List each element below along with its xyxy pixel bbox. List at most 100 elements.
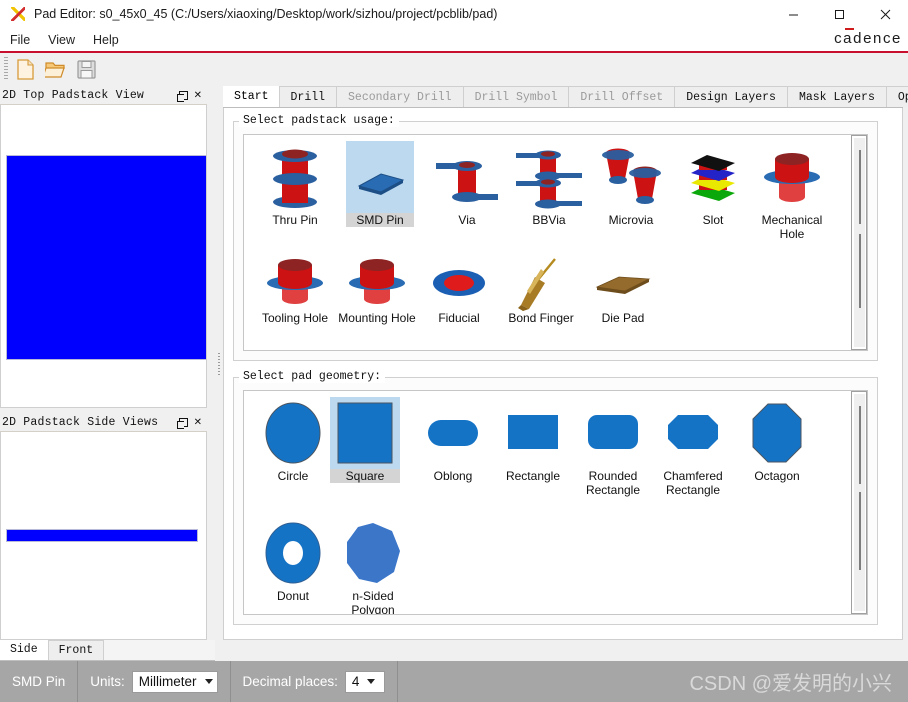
geometry-item-rounded-rectangle[interactable]: Rounded Rectangle (570, 397, 656, 497)
rounded-rectangle-shape-icon (570, 397, 656, 469)
panel-caption-padstack-side-views: 2D Padstack Side Views ✕ (0, 414, 207, 432)
units-select[interactable]: Millimeter (131, 670, 218, 693)
slot-icon (670, 141, 756, 213)
usage-item-via[interactable]: Via (424, 141, 510, 227)
usage-item-tooling-hole[interactable]: Tooling Hole (252, 255, 338, 325)
usage-item-die-pad[interactable]: Die Pad (580, 255, 666, 325)
geometry-label-circle: Circle (277, 469, 309, 483)
vertical-splitter[interactable] (215, 85, 223, 640)
tab-start[interactable]: Start (223, 86, 280, 107)
geometry-item-chamfered-rectangle[interactable]: Chamfered Rectangle (650, 397, 736, 497)
title-bar: Pad Editor: s0_45x0_45 (C:/Users/xiaoxin… (0, 0, 908, 28)
geometry-label-rectangle: Rectangle (505, 469, 561, 483)
tab-options[interactable]: Options (885, 86, 908, 107)
main-panel: Start Drill Secondary Drill Drill Symbol… (223, 86, 908, 640)
units-label: Units: (90, 674, 125, 689)
padstack-usage-group-label: Select padstack usage: (239, 114, 399, 127)
chamfered-rectangle-shape-icon (650, 397, 736, 469)
window-title: Pad Editor: s0_45x0_45 (C:/Users/xiaoxin… (34, 7, 498, 21)
save-file-button[interactable] (73, 57, 99, 82)
float-panel-icon[interactable] (176, 91, 188, 102)
geometry-scrollbar-thumb-lower (859, 492, 861, 570)
geometry-label-square: Square (330, 469, 400, 483)
usage-label-via: Via (458, 213, 476, 227)
tab-drill[interactable]: Drill (278, 86, 338, 107)
usage-scrollbar-thumb-lower (859, 234, 861, 308)
usage-pane-scrollbar[interactable] (851, 135, 867, 350)
tab-mask-layers[interactable]: Mask Layers (786, 86, 887, 107)
panel-title-top-padstack-view: 2D Top Padstack View (2, 89, 145, 102)
side-view-tabstrip: Side Front (0, 640, 215, 661)
chevron-down-icon-2 (367, 679, 376, 684)
decimal-places-value: 4 (351, 674, 360, 689)
thru-pin-icon (252, 141, 338, 213)
close-panel-icon[interactable]: ✕ (194, 90, 202, 101)
geometry-scrollbar-thumb-upper (859, 406, 861, 484)
status-bar: SMD Pin Units: Millimeter Decimal places… (0, 661, 908, 702)
usage-item-thru-pin[interactable]: Thru Pin (252, 141, 338, 227)
usage-item-smd-pin[interactable]: SMD Pin (346, 141, 414, 227)
rectangle-shape-icon (490, 397, 576, 469)
oblong-shape-icon (410, 397, 496, 469)
usage-item-microvia[interactable]: Microvia (588, 141, 674, 227)
circle-shape-icon (250, 397, 336, 469)
menu-file[interactable]: File (2, 31, 38, 49)
cadence-wordmark: cadence (834, 28, 902, 47)
geometry-item-n-sided-polygon[interactable]: n-Sided Polygon (330, 517, 416, 615)
menu-help[interactable]: Help (85, 31, 127, 49)
toolbar-grip[interactable] (4, 57, 8, 81)
geometry-label-rounded-rectangle: Rounded Rectangle (585, 469, 641, 497)
new-file-button[interactable] (12, 57, 38, 82)
decimal-places-label: Decimal places: (242, 674, 338, 689)
maximize-button[interactable] (816, 0, 862, 28)
pad-geometry-pane: Circle Square Oblong Rectangle Rounded R… (243, 390, 868, 615)
usage-label-mounting-hole: Mounting Hole (338, 311, 416, 325)
geometry-item-circle[interactable]: Circle (250, 397, 336, 483)
tooling-hole-icon (252, 255, 338, 311)
bbvia-icon (506, 141, 592, 213)
tab-design-layers[interactable]: Design Layers (674, 86, 788, 107)
padstack-usage-pane: Thru Pin SMD Pin Via BBVia Microvia Slot… (243, 134, 868, 351)
minimize-button[interactable] (770, 0, 816, 28)
close-panel-icon-2[interactable]: ✕ (194, 417, 202, 428)
square-shape-icon (330, 397, 400, 469)
geometry-item-donut[interactable]: Donut (250, 517, 336, 603)
menu-view[interactable]: View (40, 31, 83, 49)
geometry-label-n-sided-polygon: n-Sided Polygon (351, 589, 395, 615)
save-disk-icon (76, 60, 96, 79)
geometry-label-chamfered-rectangle: Chamfered Rectangle (663, 469, 723, 497)
open-file-button[interactable] (42, 57, 68, 82)
pad-geometry-group-label: Select pad geometry: (239, 370, 386, 383)
bond-finger-icon (498, 255, 584, 311)
die-pad-icon (580, 255, 666, 311)
usage-item-slot[interactable]: Slot (670, 141, 756, 227)
usage-label-bond-finger: Bond Finger (508, 311, 574, 325)
tab-front[interactable]: Front (47, 640, 105, 660)
geometry-item-rectangle[interactable]: Rectangle (490, 397, 576, 483)
geometry-item-square[interactable]: Square (330, 397, 400, 483)
geometry-pane-scrollbar[interactable] (851, 391, 867, 614)
geometry-label-oblong: Oblong (433, 469, 473, 483)
cadence-logo: cadence (834, 28, 902, 47)
start-tab-content: Select padstack usage: Thru Pin SMD Pin … (223, 108, 903, 640)
usage-item-fiducial[interactable]: Fiducial (416, 255, 502, 325)
tab-secondary-drill: Secondary Drill (336, 86, 464, 107)
decimal-places-select[interactable]: 4 (344, 670, 385, 693)
usage-item-bbvia[interactable]: BBVia (506, 141, 592, 227)
usage-item-mechanical-hole[interactable]: Mechanical Hole (749, 141, 835, 241)
geometry-item-octagon[interactable]: Octagon (734, 397, 820, 483)
window-controls (770, 0, 908, 28)
padstack-side-view-canvas[interactable] (0, 432, 207, 640)
usage-label-die-pad: Die Pad (601, 311, 645, 325)
geometry-item-oblong[interactable]: Oblong (410, 397, 496, 483)
fiducial-icon (416, 255, 502, 311)
microvia-icon (588, 141, 674, 213)
watermark-text: CSDN @爱发明的小兴 (689, 673, 892, 695)
float-panel-icon-2[interactable] (176, 418, 188, 429)
top-padstack-view-canvas[interactable] (0, 105, 207, 408)
close-button[interactable] (862, 0, 908, 28)
usage-item-mounting-hole[interactable]: Mounting Hole (334, 255, 420, 325)
tab-side[interactable]: Side (0, 640, 48, 660)
usage-item-bond-finger[interactable]: Bond Finger (498, 255, 584, 325)
usage-label-smd-pin: SMD Pin (346, 213, 414, 227)
